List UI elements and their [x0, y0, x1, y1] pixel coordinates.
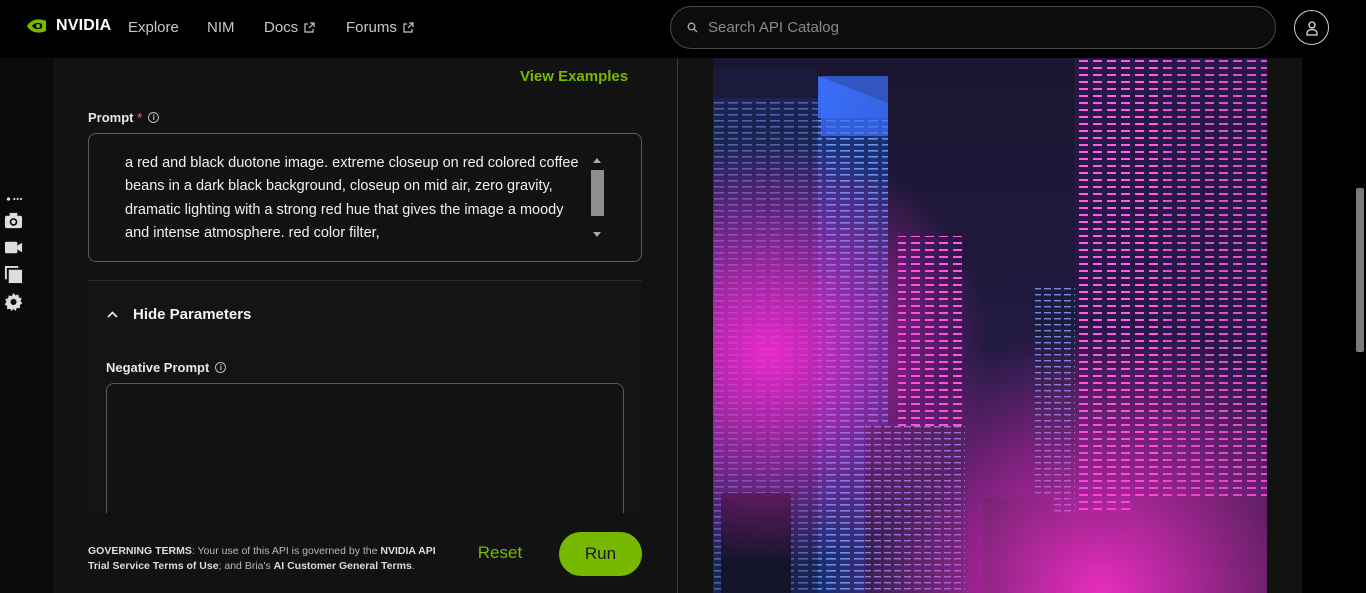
camera-glyph: [4, 212, 22, 228]
required-mark: *: [137, 110, 143, 125]
neon-city-image: [713, 58, 1267, 593]
external-link-icon: [403, 21, 414, 33]
page-scrollbar-thumb[interactable]: [1356, 188, 1364, 352]
gear-icon[interactable]: [3, 291, 23, 311]
gallery-icon[interactable]: [3, 264, 23, 284]
gear-glyph: [4, 292, 22, 311]
prompt-text[interactable]: a red and black duotone image. extreme c…: [125, 152, 590, 246]
more-dots: [6, 197, 22, 201]
negative-prompt-textarea[interactable]: [106, 383, 624, 513]
nav-forums[interactable]: Forums: [346, 19, 414, 36]
nav-explore[interactable]: Explore: [128, 19, 179, 36]
gallery-glyph: [4, 265, 22, 283]
top-nav: NVIDIA Explore NIM Docs Forums: [0, 0, 1366, 58]
search-icon: [687, 22, 698, 33]
account-button[interactable]: [1294, 10, 1329, 45]
terms-text: : Your use of this API is governed by th…: [191, 545, 381, 557]
scroll-down-arrow-icon[interactable]: [593, 232, 601, 237]
hide-parameters-label: Hide Parameters: [133, 306, 252, 323]
video-glyph: [4, 241, 22, 253]
prompt-scrollbar-thumb[interactable]: [591, 170, 604, 216]
prompt-label: Prompt * i: [88, 110, 160, 125]
video-icon[interactable]: [3, 237, 23, 257]
nvidia-eye-icon: [27, 19, 46, 33]
external-link-icon: [304, 21, 315, 33]
user-icon: [1305, 20, 1318, 36]
prompt-textarea[interactable]: a red and black duotone image. extreme c…: [88, 133, 642, 262]
scroll-up-arrow-icon[interactable]: [593, 158, 601, 163]
nvidia-logo[interactable]: NVIDIA: [26, 16, 111, 36]
terms-end: .: [411, 560, 415, 572]
more-icon[interactable]: [3, 193, 23, 205]
negative-prompt-label: Negative Prompt i: [106, 360, 227, 375]
nav-docs-label: Docs: [264, 19, 299, 36]
view-examples-link[interactable]: View Examples: [520, 68, 628, 85]
search-bar[interactable]: [670, 6, 1276, 49]
info-icon[interactable]: i: [148, 112, 160, 123]
run-button[interactable]: Run: [559, 532, 642, 576]
negative-prompt-label-text: Negative Prompt: [106, 360, 210, 375]
prompt-label-text: Prompt: [88, 110, 134, 125]
bria-terms-link[interactable]: AI Customer General Terms: [274, 560, 412, 572]
camera-icon[interactable]: [3, 210, 23, 230]
hide-parameters-toggle[interactable]: Hide Parameters: [106, 306, 251, 323]
reset-button[interactable]: Reset: [465, 534, 535, 572]
chevron-up-icon: [107, 311, 118, 318]
search-input[interactable]: [708, 19, 1248, 36]
brand-name: NVIDIA: [56, 17, 112, 34]
governing-terms: GOVERNING TERMS: Your use of this API is…: [88, 544, 458, 574]
nav-nim[interactable]: NIM: [207, 19, 235, 36]
terms-title: GOVERNING TERMS: [88, 545, 192, 557]
generated-image: [713, 58, 1267, 593]
nav-docs[interactable]: Docs: [264, 19, 315, 36]
terms-text-2: ; and Bria's: [218, 560, 274, 572]
nav-forums-label: Forums: [346, 19, 397, 36]
left-rail: [0, 58, 53, 593]
info-icon[interactable]: i: [215, 362, 227, 373]
